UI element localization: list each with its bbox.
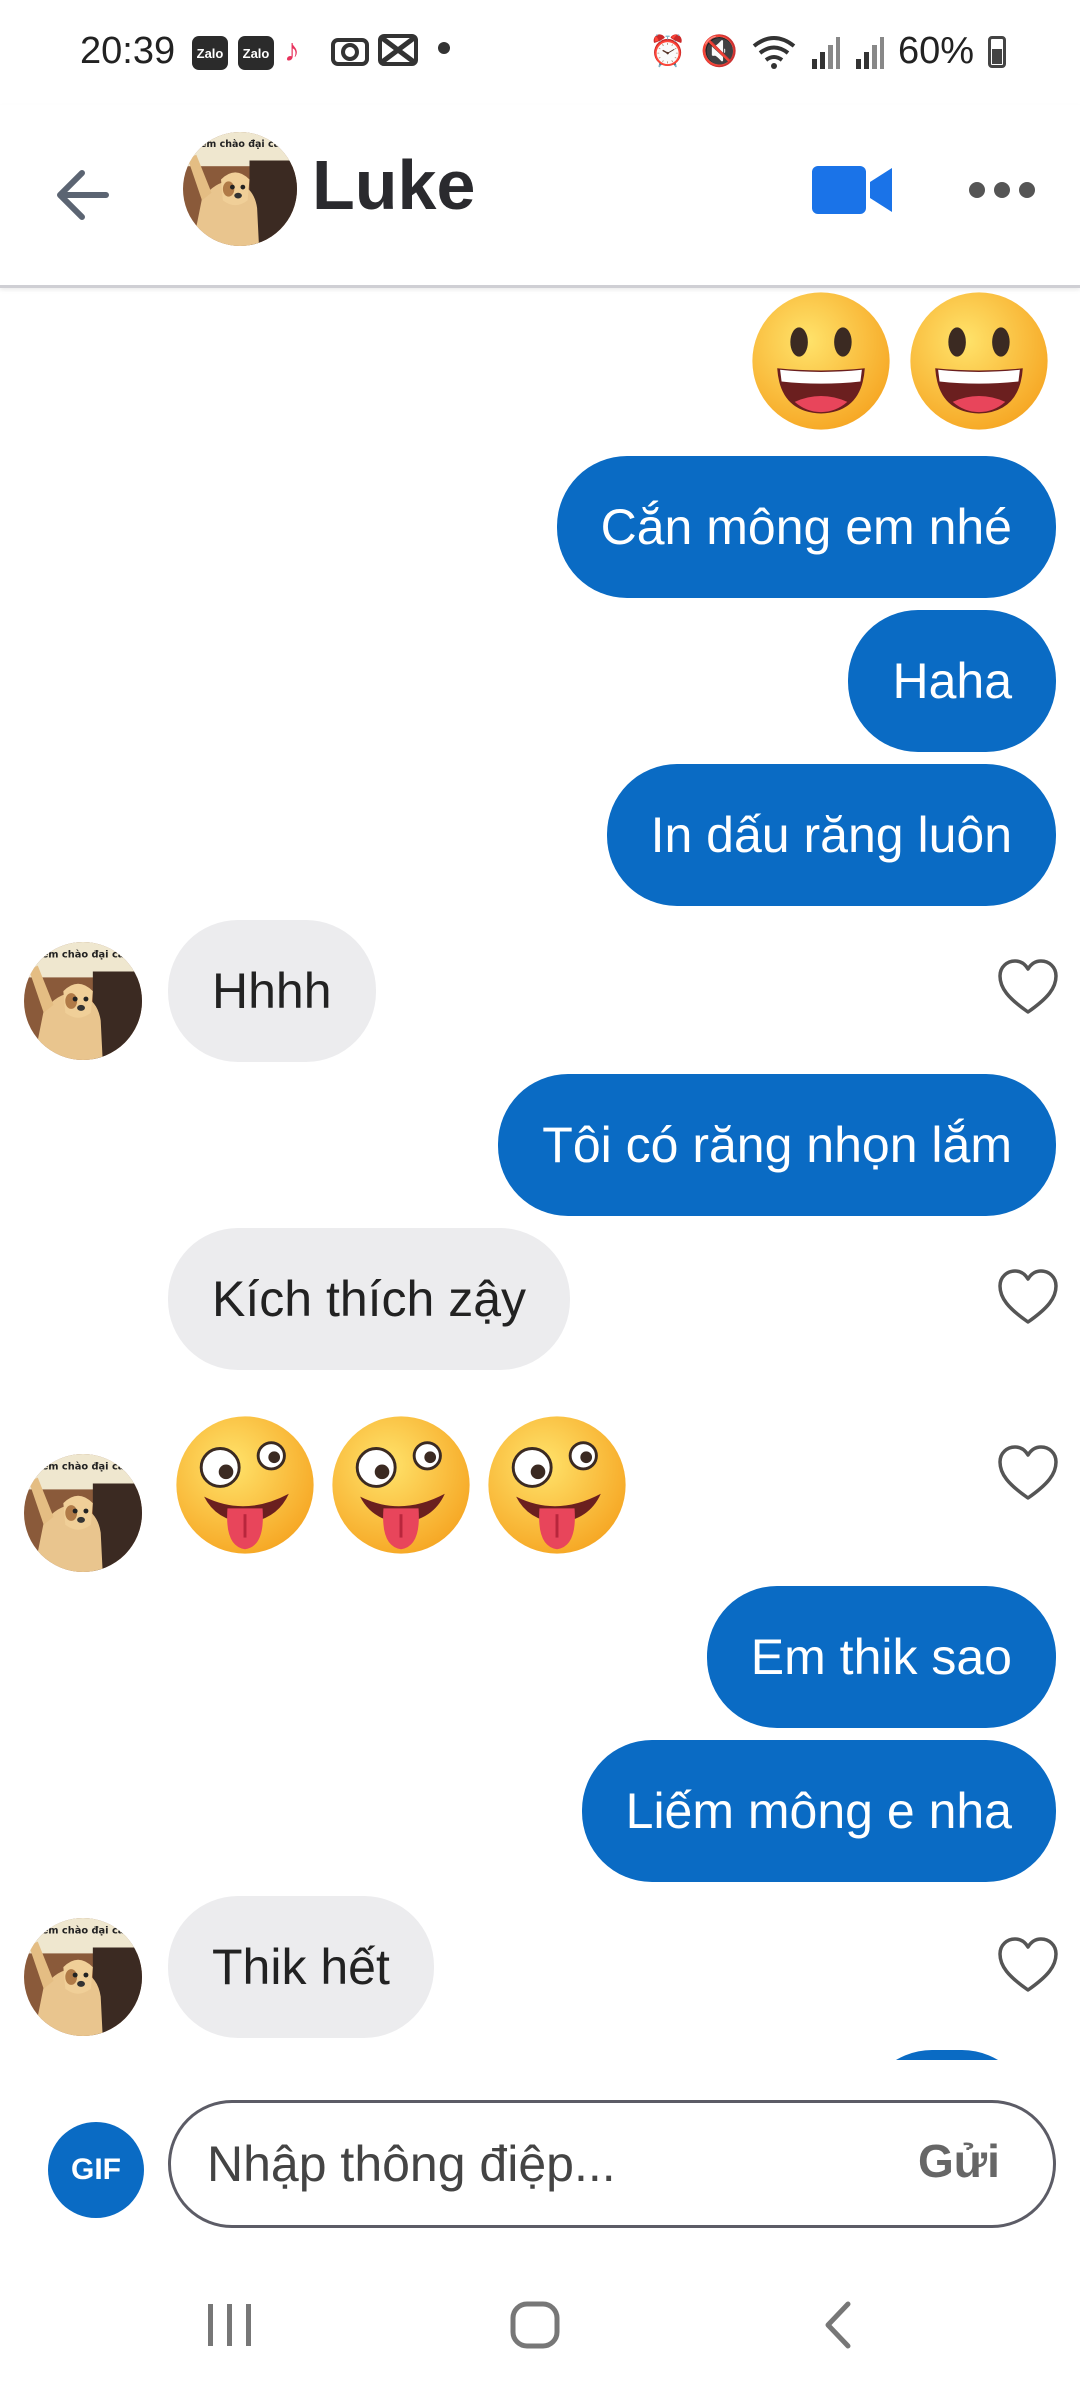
back-button[interactable] bbox=[50, 155, 120, 235]
capcut-icon bbox=[378, 32, 418, 73]
back-nav-button[interactable] bbox=[810, 2300, 870, 2355]
message-bubble-outgoing[interactable] bbox=[862, 2050, 1032, 2060]
battery-icon bbox=[988, 35, 1006, 68]
recent-apps-icon bbox=[208, 2304, 251, 2346]
grinning-face-emoji bbox=[748, 288, 894, 434]
mute-icon: 🔇 bbox=[700, 35, 738, 68]
message-bubble-outgoing[interactable]: Liếm mông e nha bbox=[581, 1740, 1056, 1882]
send-button[interactable]: Gửi bbox=[918, 2134, 1000, 2188]
avatar[interactable] bbox=[24, 1918, 142, 2036]
status-right: ⏰ 🔇 60% bbox=[649, 30, 1006, 73]
heart-icon[interactable] bbox=[996, 1444, 1060, 1502]
message-bubble-outgoing[interactable]: Cắn mông em nhé bbox=[556, 456, 1056, 598]
zany-face-emoji bbox=[484, 1412, 630, 1558]
status-bar: 20:39 Zalo Zalo ♪ ⏰ 🔇 60% bbox=[0, 0, 1080, 105]
message-bubble-incoming[interactable]: Thik hết bbox=[168, 1896, 434, 2038]
avatar[interactable] bbox=[24, 942, 142, 1060]
composer: GIF Gửi bbox=[0, 2060, 1080, 2260]
recent-apps-button[interactable] bbox=[200, 2300, 260, 2355]
video-call-icon bbox=[812, 166, 892, 214]
zany-face-emoji bbox=[328, 1412, 474, 1558]
message-bubble-outgoing[interactable]: Tôi có răng nhọn lắm bbox=[498, 1074, 1056, 1216]
grinning-face-emoji bbox=[906, 288, 1052, 434]
heart-icon[interactable] bbox=[996, 1268, 1060, 1326]
heart-icon[interactable] bbox=[996, 958, 1060, 1016]
video-call-button[interactable] bbox=[810, 160, 894, 220]
home-icon bbox=[510, 2301, 560, 2349]
alarm-icon: ⏰ bbox=[649, 35, 687, 68]
message-bubble-incoming[interactable]: Hhhh bbox=[168, 920, 376, 1062]
signal-icon bbox=[811, 36, 840, 69]
more-icon bbox=[969, 182, 1035, 198]
message-bubble-outgoing[interactable]: Em thik sao bbox=[706, 1586, 1056, 1728]
contact-name[interactable]: Luke bbox=[312, 145, 475, 225]
battery-percent: 60% bbox=[897, 30, 974, 72]
status-time: 20:39 bbox=[80, 30, 176, 72]
zalo-icon: Zalo bbox=[238, 36, 274, 70]
tiktok-icon: ♪ bbox=[284, 32, 300, 68]
system-nav-bar bbox=[0, 2260, 1080, 2400]
avatar[interactable] bbox=[24, 1454, 142, 1572]
dot-icon bbox=[438, 42, 450, 54]
back-arrow-icon bbox=[57, 170, 109, 220]
zalo-icon: Zalo bbox=[192, 36, 228, 70]
message-bubble-incoming[interactable]: Kích thích zậy bbox=[168, 1228, 571, 1370]
message-bubble-outgoing[interactable]: In dấu răng luôn bbox=[606, 764, 1056, 906]
back-chevron-icon bbox=[825, 2301, 851, 2349]
zany-face-emoji bbox=[172, 1412, 318, 1558]
gif-button[interactable]: GIF bbox=[48, 2122, 144, 2218]
conversation[interactable]: Cắn mông em nhé Haha In dấu răng luôn Hh… bbox=[0, 288, 1080, 2060]
avatar[interactable] bbox=[183, 132, 297, 246]
home-button[interactable] bbox=[505, 2300, 565, 2355]
camera-icon bbox=[330, 32, 370, 73]
message-bubble-outgoing[interactable]: Haha bbox=[848, 610, 1056, 752]
signal-icon bbox=[855, 36, 884, 69]
heart-icon[interactable] bbox=[996, 1936, 1060, 1994]
wifi-icon bbox=[752, 35, 796, 69]
chat-header: Luke bbox=[0, 105, 1080, 288]
more-button[interactable] bbox=[965, 160, 1040, 220]
